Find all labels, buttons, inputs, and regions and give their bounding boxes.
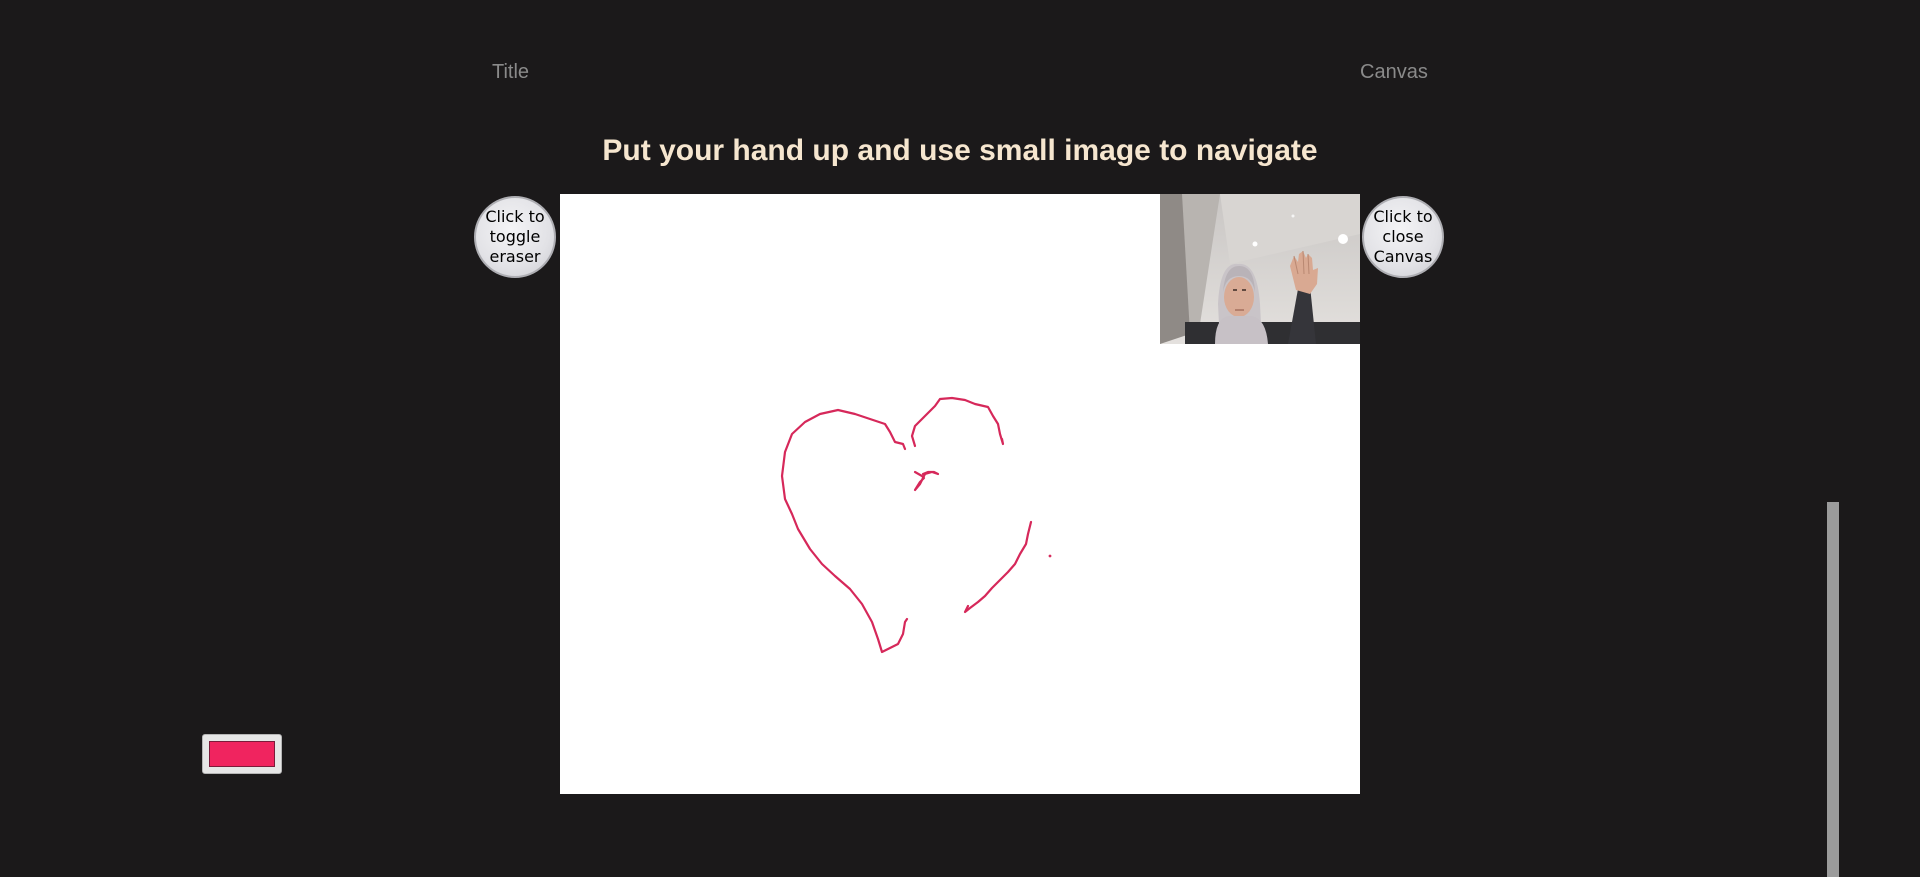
drawing-canvas[interactable] — [560, 194, 1360, 794]
heart-dot — [1048, 554, 1052, 558]
heart-bottom-right-stroke — [963, 520, 1033, 614]
scrollbar-thumb[interactable] — [1827, 502, 1839, 877]
heart-strokes — [780, 396, 1052, 654]
page: Title Canvas Put your hand up and use sm… — [0, 0, 1920, 877]
color-picker-swatch — [209, 741, 275, 767]
color-picker[interactable] — [202, 734, 282, 774]
heart-center-stroke — [913, 470, 940, 492]
nav-canvas-link[interactable]: Canvas — [1360, 61, 1428, 84]
webcam-preview — [1160, 194, 1360, 344]
heart-left-stroke — [780, 408, 909, 654]
close-canvas-button[interactable]: Click to close Canvas — [1362, 196, 1444, 278]
instruction-heading: Put your hand up and use small image to … — [602, 134, 1318, 167]
webcam-image — [1160, 194, 1360, 344]
nav-title-link[interactable]: Title — [492, 61, 529, 84]
heart-right-stroke — [910, 396, 1005, 448]
toggle-eraser-button[interactable]: Click to toggle eraser — [474, 196, 556, 278]
